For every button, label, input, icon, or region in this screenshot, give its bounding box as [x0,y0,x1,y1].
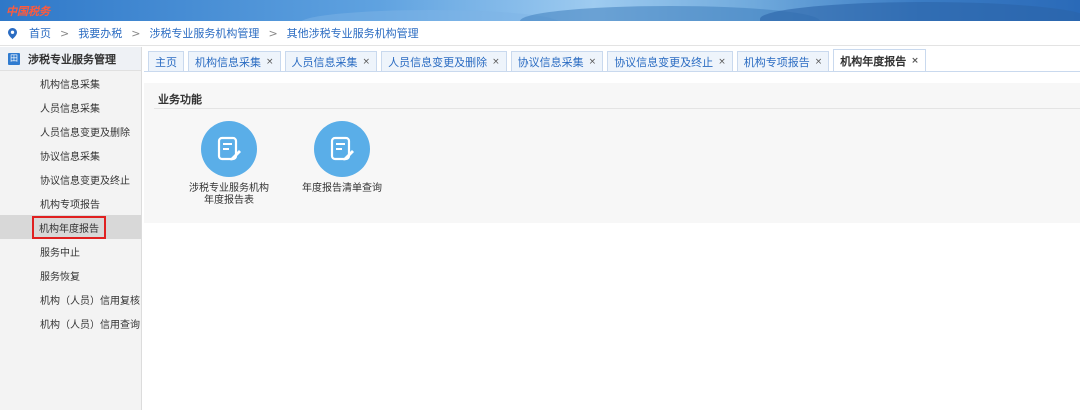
breadcrumb-separator: > [60,26,70,40]
sidebar-item-credit-review[interactable]: 机构（人员）信用复核 [0,287,141,311]
tab-annual-report[interactable]: 机构年度报告 × [833,49,926,71]
tab-staff-info-change[interactable]: 人员信息变更及删除 × [381,51,507,71]
menu-grid-icon: 田 [8,52,20,65]
sidebar-item-service-resume[interactable]: 服务恢复 [0,263,141,287]
sidebar-item-label: 人员信息变更及删除 [40,127,130,139]
breadcrumb-separator: > [131,26,141,40]
sidebar-header-label: 涉税专业服务管理 [28,52,116,66]
sidebar-item-label: 协议信息变更及终止 [40,175,130,187]
sidebar-item-label: 人员信息采集 [40,103,100,115]
sidebar-item-label: 机构（人员）信用复核 [40,295,140,307]
close-icon[interactable]: × [266,57,274,67]
sidebar-item-agreement-change[interactable]: 协议信息变更及终止 [0,167,141,191]
tab-home[interactable]: 主页 [148,51,184,71]
tab-staff-info-collect[interactable]: 人员信息采集 × [284,51,378,71]
close-icon[interactable]: × [589,57,597,67]
tab-agreement-collect[interactable]: 协议信息采集 × [510,51,604,71]
tab-agreement-change[interactable]: 协议信息变更及终止 × [607,51,733,71]
section-title: 业务功能 [158,93,202,106]
sidebar-item-special-report[interactable]: 机构专项报告 [0,191,141,215]
close-icon[interactable]: × [492,57,500,67]
sidebar-item-label: 机构信息采集 [40,79,100,91]
breadcrumb-agency-management[interactable]: 涉税专业服务机构管理 [149,25,259,41]
tab-label: 机构信息采集 [195,55,261,69]
sidebar-item-agreement-collect[interactable]: 协议信息采集 [0,143,141,167]
function-label-line: 年度报告表 [204,195,254,206]
edit-document-icon[interactable] [201,121,257,177]
breadcrumb-other-agency-management[interactable]: 其他涉税专业服务机构管理 [287,25,419,41]
divider [154,108,1080,109]
tab-label: 协议信息变更及终止 [614,55,714,69]
breadcrumb-tax-services[interactable]: 我要办税 [78,25,122,41]
sidebar-item-staff-info-collect[interactable]: 人员信息采集 [0,95,141,119]
sidebar-item-label: 机构（人员）信用查询 [40,319,140,331]
business-functions-panel: 业务功能 涉税专业服务机构 年度报告表 年度报告清单查询 [144,83,1080,223]
brand-logo: 中国税务 [6,5,50,18]
tab-label: 人员信息变更及删除 [388,55,488,69]
function-annual-report-form[interactable]: 涉税专业服务机构 年度报告表 [174,121,284,207]
sidebar-item-annual-report[interactable]: 机构年度报告 [0,215,141,239]
function-label-line: 年度报告清单查询 [302,183,382,194]
function-label-line: 涉税专业服务机构 [189,183,269,194]
main-content: 业务功能 涉税专业服务机构 年度报告表 年度报告清单查询 [144,73,1080,410]
tab-label: 协议信息采集 [517,55,584,69]
close-icon[interactable]: × [718,57,726,67]
top-banner: 中国税务 [0,0,1080,21]
tab-label: 人员信息采集 [291,55,358,69]
close-icon[interactable]: × [363,57,371,67]
tab-special-report[interactable]: 机构专项报告 × [736,51,830,71]
breadcrumb-home[interactable]: 首页 [29,25,51,41]
location-pin-icon [8,27,17,39]
sidebar: 田 涉税专业服务管理 机构信息采集 人员信息采集 人员信息变更及删除 协议信息采… [0,47,142,410]
sidebar-item-label: 机构专项报告 [40,199,100,211]
sidebar-item-label: 服务恢复 [40,271,80,283]
tab-bar: 主页 机构信息采集 × 人员信息采集 × 人员信息变更及删除 × 协议信息采集 × 协议… [144,47,1080,72]
tab-label: 机构专项报告 [743,55,810,69]
sidebar-item-label: 机构年度报告 [32,215,106,239]
sidebar-header[interactable]: 田 涉税专业服务管理 [0,47,141,71]
tab-label: 机构年度报告 [840,54,907,68]
sidebar-item-service-suspend[interactable]: 服务中止 [0,239,141,263]
function-annual-report-query[interactable]: 年度报告清单查询 [287,121,397,195]
breadcrumb-separator: > [268,26,278,40]
function-label: 年度报告清单查询 [287,183,397,195]
sidebar-item-credit-query[interactable]: 机构（人员）信用查询 [0,311,141,335]
sidebar-item-label: 协议信息采集 [40,151,100,163]
tab-org-info-collect[interactable]: 机构信息采集 × [188,51,281,71]
sidebar-item-org-info-collect[interactable]: 机构信息采集 [0,71,141,95]
function-label: 涉税专业服务机构 年度报告表 [174,183,284,207]
sidebar-item-label: 服务中止 [40,247,80,259]
sidebar-item-staff-info-change[interactable]: 人员信息变更及删除 [0,119,141,143]
breadcrumb: 首页 > 我要办税 > 涉税专业服务机构管理 > 其他涉税专业服务机构管理 [0,21,1080,46]
banner-mountain [760,2,1080,21]
close-icon[interactable]: × [911,56,919,66]
close-icon[interactable]: × [815,57,823,67]
edit-document-icon[interactable] [314,121,370,177]
tab-label: 主页 [155,55,177,69]
